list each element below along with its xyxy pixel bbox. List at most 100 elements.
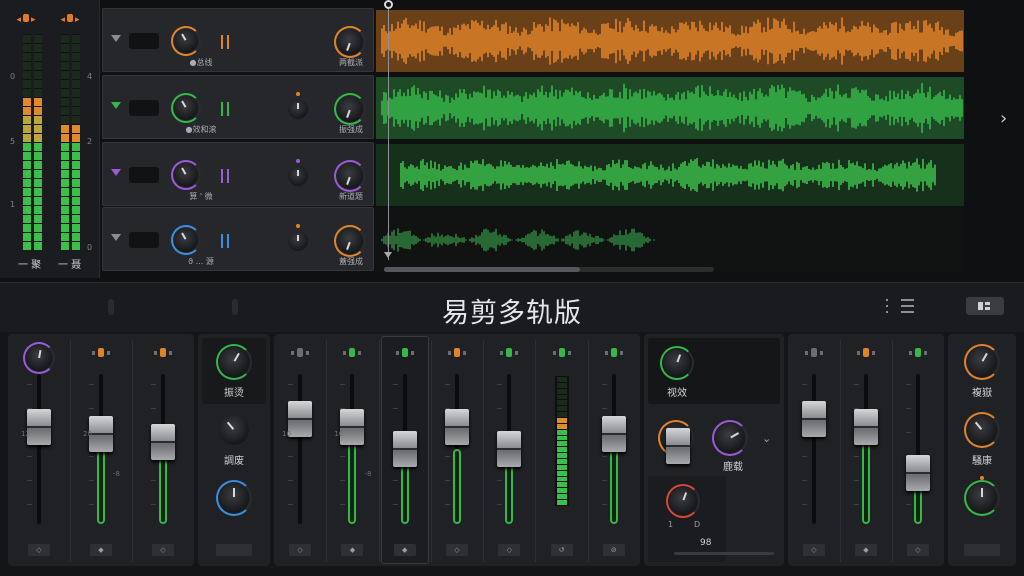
mixer-group: 複嶽 騒康 — [948, 334, 1016, 566]
channel-mute-button[interactable]: ◆ — [90, 544, 112, 556]
track-bars-icon[interactable] — [221, 35, 229, 49]
fader-handle[interactable] — [340, 408, 365, 445]
fader-handle[interactable] — [802, 401, 826, 437]
mixer-footer-button[interactable] — [216, 544, 252, 556]
list-icon[interactable] — [884, 296, 914, 314]
track-header[interactable]: 算 ' 微 新道题 — [102, 142, 374, 206]
mixer-footer-button[interactable] — [964, 544, 1000, 556]
fx-fader-handle[interactable] — [666, 428, 690, 464]
track-name-slot[interactable] — [129, 33, 159, 49]
scrollbar-thumb[interactable] — [384, 267, 580, 272]
track-volume-knob[interactable] — [174, 163, 198, 187]
channel-mute-button[interactable]: ◇ — [446, 544, 468, 556]
channel-separator — [70, 340, 71, 562]
meter-segment — [61, 35, 69, 43]
collapse-triangle-icon[interactable] — [111, 234, 121, 241]
channel-header-icon[interactable] — [604, 348, 624, 358]
track-send-knob[interactable] — [337, 29, 363, 55]
fader-handle[interactable] — [27, 408, 51, 445]
mixer-knob[interactable] — [967, 347, 997, 377]
playhead[interactable] — [388, 0, 389, 260]
channel-mute-button[interactable]: ◆ — [341, 544, 364, 556]
channel-mute-button[interactable]: ◇ — [498, 544, 521, 556]
fader-handle[interactable] — [497, 431, 522, 467]
mixer-knob[interactable] — [967, 483, 997, 513]
fx-knob-right[interactable] — [715, 423, 745, 453]
track-volume-knob[interactable] — [174, 29, 198, 53]
mixer-knob[interactable] — [219, 347, 249, 377]
channel-mute-button[interactable]: ◇ — [152, 544, 174, 556]
track-header[interactable]: ●总线 两截派 — [102, 8, 374, 72]
mixer-knob[interactable] — [967, 415, 997, 445]
channel-mute-button[interactable]: ◇ — [289, 544, 312, 556]
track-lane[interactable] — [376, 144, 964, 206]
channel-header-icon[interactable] — [552, 348, 572, 358]
track-name-slot[interactable] — [129, 167, 159, 183]
fader-handle[interactable] — [151, 423, 175, 460]
channel-mute-button[interactable]: ⊘ — [602, 544, 625, 556]
track-pan-knob[interactable] — [288, 231, 308, 251]
track-name-label: ϑ ... 源 — [188, 257, 214, 266]
track-volume-knob[interactable] — [174, 228, 198, 252]
fader-handle[interactable] — [906, 455, 930, 491]
fader-handle[interactable] — [392, 431, 417, 467]
fader-handle[interactable] — [445, 408, 469, 445]
channel-header-icon[interactable] — [153, 348, 173, 358]
track-bars-icon[interactable] — [221, 234, 229, 248]
track-volume-knob[interactable] — [174, 96, 198, 120]
fader-track[interactable] — [37, 374, 41, 524]
track-pan-knob[interactable] — [288, 99, 308, 119]
track-pan-knob[interactable] — [288, 166, 308, 186]
channel-header-icon[interactable] — [91, 348, 111, 358]
panel-icon[interactable] — [966, 297, 1004, 315]
channel-header-icon[interactable] — [856, 348, 876, 358]
channel-mute-button[interactable]: ◇ — [907, 544, 929, 556]
track-name-slot[interactable] — [129, 100, 159, 116]
channel-mute-button[interactable]: ↺ — [550, 544, 573, 556]
waveform-area[interactable]: › — [376, 0, 1024, 278]
track-header[interactable]: ϑ ... 源 蓋强成 — [102, 207, 374, 271]
collapse-triangle-icon[interactable] — [111, 102, 121, 109]
channel-header-icon[interactable] — [447, 348, 467, 358]
track-bars-icon[interactable] — [221, 169, 229, 183]
meter-left-bar-b — [34, 34, 42, 250]
channel-header-icon[interactable] — [908, 348, 928, 358]
track-lane[interactable] — [376, 209, 964, 271]
track-name-slot[interactable] — [129, 232, 159, 248]
fader-handle[interactable] — [288, 401, 313, 437]
fader-track[interactable] — [812, 374, 816, 524]
track-send-knob[interactable] — [337, 96, 363, 122]
channel-header-icon[interactable] — [342, 348, 362, 358]
channel-mute-button[interactable]: ◇ — [28, 544, 50, 556]
track-send-knob[interactable] — [337, 228, 363, 254]
track-header[interactable]: ●效和滚 振强成 — [102, 75, 374, 139]
track-send-knob[interactable] — [337, 163, 363, 189]
fader-handle[interactable] — [854, 408, 878, 445]
channel-header-icon[interactable] — [395, 348, 415, 358]
fx-slider[interactable] — [674, 552, 774, 555]
mixer-knob[interactable] — [219, 415, 249, 445]
collapse-triangle-icon[interactable] — [111, 169, 121, 176]
channel-mute-button[interactable]: ◇ — [803, 544, 825, 556]
channel-header-icon[interactable] — [290, 348, 310, 358]
collapse-triangle-icon[interactable] — [111, 35, 121, 42]
channel-header-icon[interactable] — [499, 348, 519, 358]
track-lane[interactable] — [376, 10, 964, 72]
fx-knob-top[interactable] — [663, 349, 691, 377]
channel-knob[interactable] — [26, 345, 52, 371]
channel-mute-button[interactable]: ◆ — [855, 544, 877, 556]
fx-knob-bottom[interactable] — [669, 487, 697, 515]
meter-right-label: 一 聂 — [58, 260, 82, 271]
fader-track[interactable] — [298, 374, 303, 524]
channel-mute-button[interactable]: ◆ — [393, 544, 416, 556]
track-lane[interactable] — [376, 77, 964, 139]
chevron-down-icon[interactable]: ⌄ — [762, 432, 771, 445]
track-bars-icon[interactable] — [221, 102, 229, 116]
channel-header-icon[interactable] — [804, 348, 824, 358]
mixer-knob[interactable] — [219, 483, 249, 513]
fader-handle[interactable] — [601, 416, 626, 452]
solo-dot — [610, 348, 617, 357]
playhead-icon[interactable] — [384, 0, 393, 9]
fader-handle[interactable] — [89, 416, 113, 452]
chevron-right-icon[interactable]: › — [1000, 108, 1007, 129]
